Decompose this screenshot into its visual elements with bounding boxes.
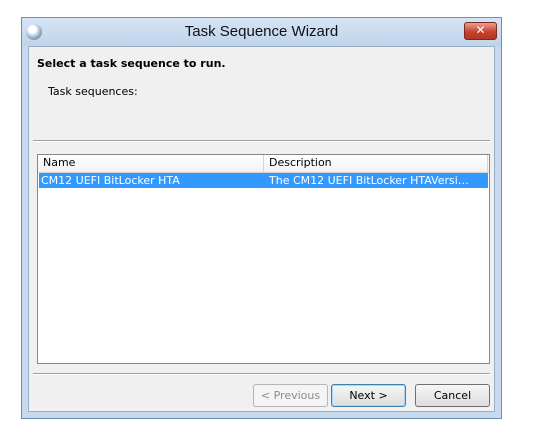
window-title: Task Sequence Wizard [184,23,339,40]
row-description-cell: The CM12 UEFI BitLocker HTAVersion 4... [269,174,469,187]
wizard-body: Select a task sequence to run. Task sequ… [28,46,495,412]
row-name-cell: CM12 UEFI BitLocker HTA [41,174,180,187]
footer-divider [33,373,490,375]
column-header-name[interactable]: Name [38,155,264,172]
page-instruction: Select a task sequence to run. [37,57,226,70]
previous-button[interactable]: < Previous [253,384,328,407]
close-button[interactable]: ✕ [464,22,497,40]
column-header-description[interactable]: Description [264,155,488,172]
wizard-window: Task Sequence Wizard ✕ Select a task seq… [21,17,502,419]
title-bar[interactable]: Task Sequence Wizard ✕ [22,18,501,46]
header-panel: Select a task sequence to run. Task sequ… [29,47,494,140]
task-sequences-label: Task sequences: [48,85,138,98]
next-button[interactable]: Next > [331,384,406,407]
task-sequence-list[interactable]: Name Description CM12 UEFI BitLocker HTA… [37,154,490,364]
cancel-button[interactable]: Cancel [415,384,490,407]
list-header: Name Description [38,155,489,173]
table-row[interactable]: CM12 UEFI BitLocker HTA The CM12 UEFI Bi… [39,173,488,188]
header-divider [33,140,490,142]
